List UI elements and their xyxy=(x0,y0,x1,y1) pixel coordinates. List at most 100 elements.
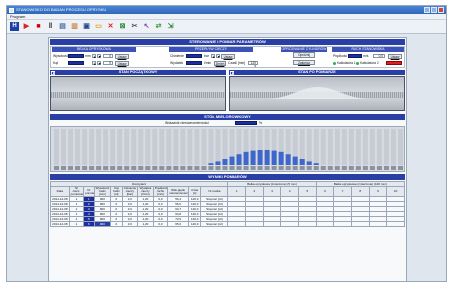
minimize-button[interactable] xyxy=(424,7,430,13)
document-icon[interactable]: ▤ xyxy=(58,22,67,31)
collector-cup xyxy=(313,166,319,170)
wydatek-label: Wydatek xyxy=(170,61,184,65)
maximize-button[interactable] xyxy=(431,7,437,13)
table-cell: 2014-12-08 xyxy=(50,201,70,207)
camera-icon[interactable]: ◧ xyxy=(230,70,234,75)
stan-po-pomiarze-image xyxy=(229,76,405,111)
wysokosc-up-icon[interactable]: ▲ xyxy=(92,54,96,59)
wydatek-unit: l/min xyxy=(204,61,212,65)
collector-cup xyxy=(236,166,242,170)
chart-bar xyxy=(229,156,235,165)
collector-cup xyxy=(173,166,179,170)
stan-poczatkowy-image xyxy=(50,76,226,111)
czas-input[interactable]: 120 s xyxy=(248,61,258,68)
table-cell xyxy=(368,221,388,227)
ruch-title: RUCH STANOWISKA xyxy=(332,47,404,52)
title-bar: STANOWISKO DO BADAN PROCESU OPRYSKU xyxy=(7,6,446,14)
column-header: Nr rowka xyxy=(200,186,229,197)
predkosc-ustaw-button[interactable]: Ustaw xyxy=(388,54,402,59)
bar-track xyxy=(103,129,109,165)
wysokosc-down-icon[interactable]: ▼ xyxy=(97,54,101,59)
zakoncz-button[interactable]: Zakończ xyxy=(293,60,315,65)
table-cell: 1 xyxy=(68,221,85,227)
kat-input[interactable]: 0 xyxy=(103,61,113,65)
report-icon[interactable]: ▥ xyxy=(70,22,79,31)
open-folder-icon[interactable]: ▭ xyxy=(94,22,103,31)
collector-cup xyxy=(299,166,305,170)
table-cell: 2014-12-08 xyxy=(50,206,70,212)
bar-track xyxy=(327,129,333,165)
collector-cup xyxy=(229,166,235,170)
wysokosc-input[interactable]: 0 xyxy=(103,54,113,58)
kat-down-icon[interactable]: ▼ xyxy=(97,61,101,66)
table-cell xyxy=(386,221,405,227)
wsk-display xyxy=(235,121,257,125)
belka-title: BELKA OPRYSKOWA xyxy=(52,47,136,52)
bar-track xyxy=(89,129,95,165)
radio-kalkulatora-2[interactable]: Kalkulatora 2 xyxy=(356,61,379,65)
results-table: Rozpylacz Belka opryskowa (zmierzone) (5… xyxy=(49,181,406,227)
table-cell: 3,0 xyxy=(121,221,139,227)
collector-cup xyxy=(292,166,298,170)
table-cell xyxy=(262,221,282,227)
image-icon[interactable]: ⊠ xyxy=(118,22,127,31)
camera-icon[interactable]: ◧ xyxy=(51,70,55,75)
refresh-icon[interactable]: ⇄ xyxy=(154,22,163,31)
kat-up-icon[interactable]: ▲ xyxy=(92,61,96,66)
menu-program[interactable]: Program xyxy=(10,14,25,19)
bar-track xyxy=(376,129,382,165)
cursor-icon[interactable]: ↖ xyxy=(142,22,151,31)
bar-track xyxy=(362,129,368,165)
zmien-button[interactable]: Zmień xyxy=(214,61,226,66)
exit-icon[interactable]: ⇲ xyxy=(166,22,175,31)
chart-bar xyxy=(313,163,319,165)
predkosc-display xyxy=(348,54,362,58)
save-icon[interactable]: ▣ xyxy=(82,22,91,31)
bar-track xyxy=(96,129,102,165)
wysokosc-ustaw-button[interactable]: Ustaw xyxy=(115,54,129,59)
chart-bar xyxy=(250,150,256,165)
collector-cup xyxy=(278,166,284,170)
delete-icon[interactable]: ✕ xyxy=(106,22,115,31)
bar-track xyxy=(341,129,347,165)
table-cell xyxy=(315,221,335,227)
record-icon[interactable]: ■ xyxy=(34,22,43,31)
bar-track xyxy=(75,129,81,165)
collector-cup xyxy=(397,166,403,170)
table-cell: 120,0 xyxy=(187,221,202,227)
chart-bar xyxy=(306,161,312,165)
predkosc-label: Prędkość xyxy=(333,54,348,58)
table-header-row: DataNr ciecz. pomiarowejNr pomiaruWysoko… xyxy=(50,186,405,197)
stan-poczatkowy-header: ◧ STAN POCZĄTKOWY xyxy=(50,70,226,75)
table-cell: 6 xyxy=(83,221,95,227)
radio-kalkulatora-1[interactable]: Kalkulatora 1 xyxy=(333,61,356,65)
column-header: Wsk.ględu nierównomierności xyxy=(167,186,189,197)
close-button[interactable] xyxy=(438,7,444,13)
tools-icon[interactable]: ✂ xyxy=(130,22,139,31)
pause-icon[interactable]: ‖ xyxy=(46,22,55,31)
oproznij-button[interactable]: Opróżnij xyxy=(293,52,315,58)
kat-ustaw-button[interactable]: Ustaw xyxy=(115,61,129,66)
table-cell: 2014-12-08 xyxy=(50,196,70,202)
play-icon[interactable]: ▶ xyxy=(22,22,31,31)
cisnienie-ustaw-button[interactable]: Ustaw xyxy=(221,54,235,59)
cisnienie-label: Ciśnienie xyxy=(170,54,184,58)
collector-cup xyxy=(89,166,95,170)
collector-cup xyxy=(285,166,291,170)
bar-track xyxy=(180,129,186,165)
application-window: STANOWISKO DO BADAN PROCESU OPRYSKU Prog… xyxy=(6,5,447,282)
chart-bar xyxy=(222,159,228,165)
przeplyw-title: PRZEPŁYW CIECZY xyxy=(169,47,253,52)
table-row[interactable]: 2014-12-08 1 6 900 0 3,0 1,20 0,0 65,6 120,0 Stopn… xyxy=(50,221,405,227)
predkosc-input[interactable]: 0.0 xyxy=(373,54,385,58)
czas-unit: 0 [min] xyxy=(235,61,246,65)
cisnienie-up-icon[interactable]: ▲ xyxy=(211,54,215,59)
collector-cup xyxy=(369,166,375,170)
collector-cup xyxy=(75,166,81,170)
column-header: Kąt belki [st] xyxy=(110,186,123,197)
column-header: 9 xyxy=(368,186,388,197)
home-button[interactable]: H xyxy=(10,22,19,31)
bar-track xyxy=(187,129,193,165)
bar-track xyxy=(159,129,165,165)
cisnienie-down-icon[interactable]: ▼ xyxy=(216,54,220,59)
